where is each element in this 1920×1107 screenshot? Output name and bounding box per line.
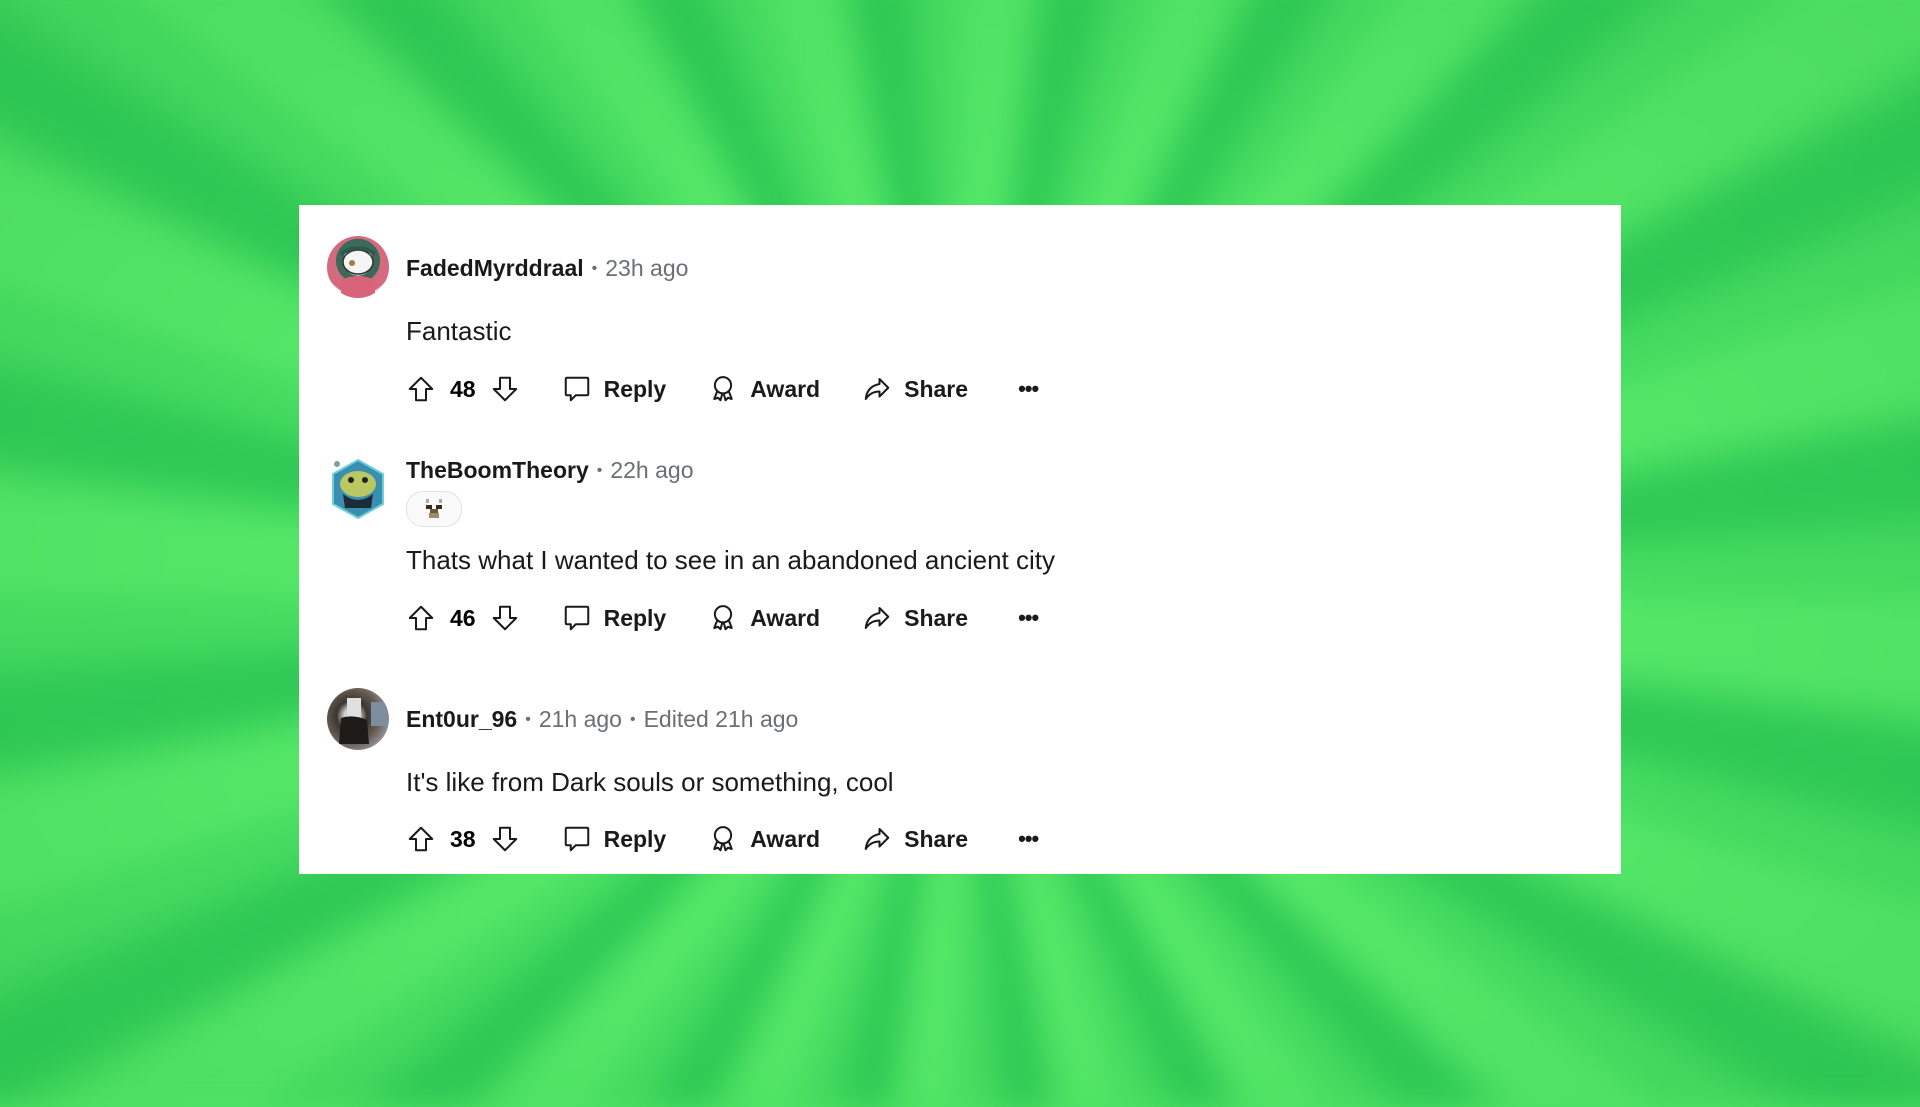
comment-actions: 48 Reply Award Share ••• (406, 369, 1039, 409)
award-ribbon-icon (713, 826, 733, 852)
upvote-arrow-icon (408, 826, 434, 852)
share-button[interactable]: Share (862, 824, 968, 854)
award-button[interactable]: Award (708, 824, 820, 854)
comment-bubble-icon (564, 376, 589, 402)
comment-body: Thats what I wanted to see in an abandon… (406, 545, 1055, 575)
share-label: Share (904, 375, 969, 402)
downvote-button[interactable] (490, 824, 520, 854)
upvote-button[interactable] (406, 603, 436, 633)
hexagon-frog-icon (332, 458, 384, 520)
share-button[interactable]: Share (862, 603, 968, 633)
downvote-arrow-icon (492, 605, 517, 631)
award-label: Award (750, 604, 821, 631)
username[interactable]: TheBoomTheory (406, 457, 589, 484)
upvote-button[interactable] (406, 374, 436, 404)
reply-button[interactable]: Reply (562, 374, 667, 404)
more-options-button[interactable]: ••• (1018, 826, 1039, 852)
vote-count: 46 (450, 604, 476, 631)
reply-label: Reply (603, 825, 667, 852)
user-flair (406, 491, 462, 527)
photo-avatar-icon (339, 698, 387, 744)
avatar[interactable] (327, 236, 389, 298)
share-label: Share (904, 825, 969, 852)
reply-button[interactable]: Reply (562, 603, 667, 633)
timestamp[interactable]: 22h ago (610, 457, 693, 484)
more-options-button[interactable]: ••• (1018, 605, 1039, 631)
avatar[interactable] (327, 688, 389, 750)
reply-label: Reply (603, 604, 667, 631)
separator-dot: • (525, 710, 531, 728)
vote-count: 38 (450, 825, 476, 852)
separator-dot: • (596, 461, 603, 479)
edited-timestamp: Edited 21h ago (643, 706, 799, 732)
pixel-llama-icon (426, 499, 442, 518)
award-button[interactable]: Award (708, 374, 820, 404)
comment-body: It's like from Dark souls or something, … (406, 767, 894, 797)
comment-bubble-icon (564, 826, 589, 852)
share-label: Share (904, 604, 969, 631)
reply-button[interactable]: Reply (562, 824, 667, 854)
comments-card: FadedMyrddraal • 23h ago Fantastic 48 Re… (299, 205, 1621, 874)
share-arrow-icon (864, 607, 890, 629)
more-options-button[interactable]: ••• (1018, 376, 1039, 402)
downvote-button[interactable] (490, 374, 520, 404)
downvote-button[interactable] (490, 603, 520, 633)
vote-count: 48 (450, 375, 476, 402)
reply-label: Reply (603, 375, 667, 402)
award-label: Award (750, 825, 821, 852)
upvote-arrow-icon (408, 605, 434, 631)
avatar[interactable] (327, 458, 389, 520)
share-arrow-icon (864, 828, 890, 850)
username[interactable]: FadedMyrddraal (406, 255, 584, 282)
share-button[interactable]: Share (862, 374, 968, 404)
comment-actions: 46 Reply Award Share ••• (406, 598, 1039, 638)
separator-dot: • (591, 259, 598, 277)
comment-bubble-icon (564, 605, 589, 631)
timestamp[interactable]: 21h ago (539, 706, 622, 733)
username[interactable]: Ent0ur_96 (406, 706, 517, 733)
award-button[interactable]: Award (708, 603, 820, 633)
mask-creature-icon (339, 246, 377, 298)
downvote-arrow-icon (492, 826, 517, 852)
share-arrow-icon (864, 378, 890, 400)
award-label: Award (750, 375, 821, 402)
comment-body: Fantastic (406, 316, 512, 346)
separator-dot: • (629, 710, 636, 728)
timestamp[interactable]: 23h ago (605, 255, 688, 282)
upvote-arrow-icon (408, 376, 434, 402)
award-ribbon-icon (713, 376, 733, 402)
comment-actions: 38 Reply Award Share ••• (406, 819, 1039, 859)
upvote-button[interactable] (406, 824, 436, 854)
downvote-arrow-icon (492, 376, 517, 402)
award-ribbon-icon (713, 605, 733, 631)
